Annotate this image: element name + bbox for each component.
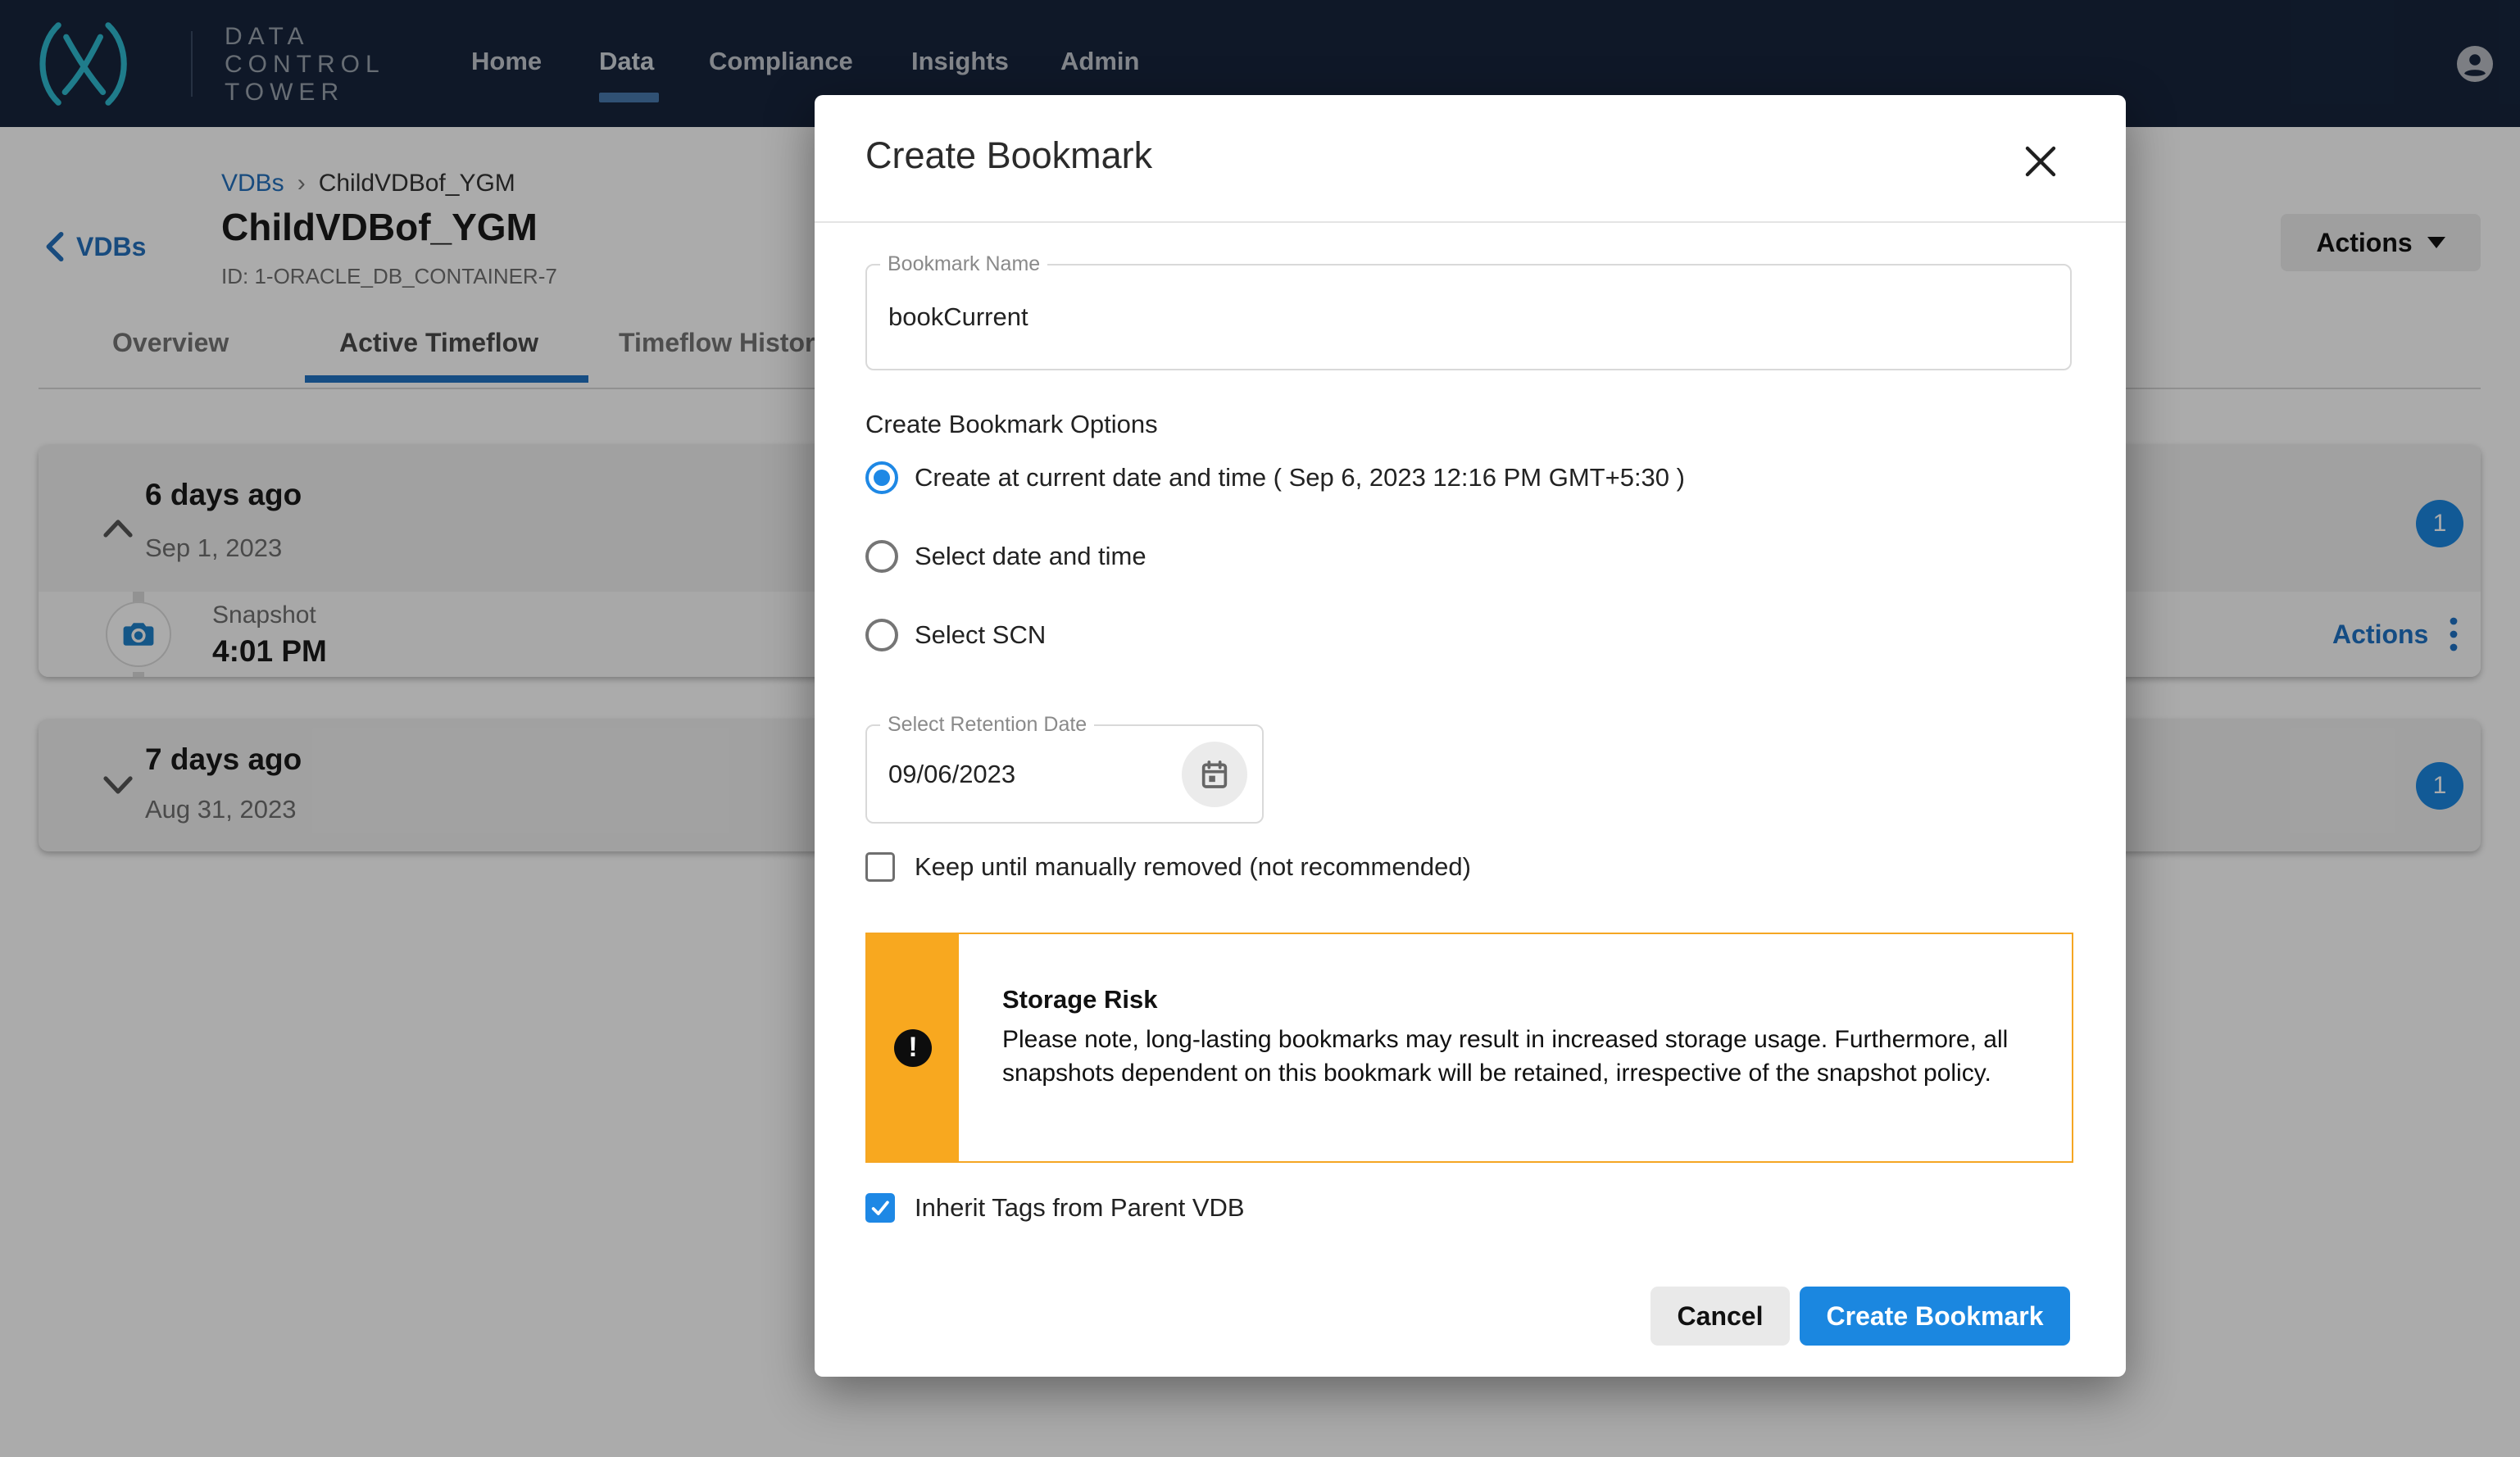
exclamation-icon: ! <box>894 1029 932 1067</box>
storage-risk-warning: ! Storage Risk Please note, long-lasting… <box>865 933 2073 1163</box>
retention-date-label: Select Retention Date <box>880 713 1094 737</box>
inherit-tags-label: Inherit Tags from Parent VDB <box>915 1193 1245 1223</box>
bookmark-name-label: Bookmark Name <box>880 252 1047 276</box>
retention-date-field[interactable]: Select Retention Date <box>865 724 1264 824</box>
radio-selected-icon[interactable] <box>865 461 898 494</box>
radio-unselected-icon[interactable] <box>865 540 898 573</box>
bookmark-name-input[interactable] <box>888 302 1731 332</box>
calendar-button[interactable] <box>1182 742 1247 807</box>
create-bookmark-modal: Create Bookmark Bookmark Name Create Boo… <box>815 95 2126 1377</box>
warning-title: Storage Risk <box>1002 985 1158 1014</box>
cancel-button[interactable]: Cancel <box>1650 1287 1790 1346</box>
radio-select-scn[interactable]: Select SCN <box>865 619 1046 651</box>
calendar-icon <box>1198 758 1231 791</box>
checkbox-unchecked-icon[interactable] <box>865 852 895 882</box>
modal-header: Create Bookmark <box>815 95 2126 223</box>
radio-select-scn-label: Select SCN <box>915 620 1046 650</box>
warning-body: Please note, long-lasting bookmarks may … <box>1002 1023 2043 1090</box>
checkbox-checked-icon[interactable] <box>865 1193 895 1223</box>
radio-current-datetime[interactable]: Create at current date and time ( Sep 6,… <box>865 461 1685 494</box>
close-button[interactable] <box>2016 137 2065 186</box>
create-bookmark-button[interactable]: Create Bookmark <box>1800 1287 2070 1346</box>
close-icon <box>2023 143 2059 179</box>
modal-title: Create Bookmark <box>865 134 1152 177</box>
radio-select-datetime-label: Select date and time <box>915 542 1146 571</box>
keep-until-removed-label: Keep until manually removed (not recomme… <box>915 852 1471 882</box>
options-section-label: Create Bookmark Options <box>865 410 1158 439</box>
radio-select-datetime[interactable]: Select date and time <box>865 540 1146 573</box>
retention-date-input[interactable] <box>888 760 1093 789</box>
radio-unselected-icon[interactable] <box>865 619 898 651</box>
inherit-tags-checkbox-row[interactable]: Inherit Tags from Parent VDB <box>865 1193 1245 1223</box>
radio-current-datetime-label: Create at current date and time ( Sep 6,… <box>915 463 1685 492</box>
keep-until-removed-checkbox-row[interactable]: Keep until manually removed (not recomme… <box>865 852 1471 882</box>
check-icon <box>870 1197 891 1219</box>
warning-stripe: ! <box>867 934 959 1161</box>
bookmark-name-field[interactable]: Bookmark Name <box>865 264 2072 370</box>
